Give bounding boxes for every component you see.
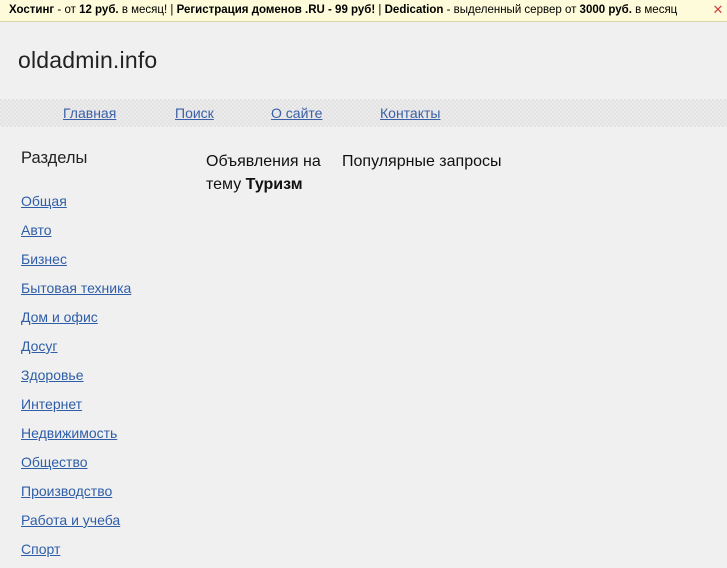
promo-price-hosting: 12 руб. (79, 4, 119, 16)
ads-heading: Объявления на тему Туризм (206, 150, 341, 196)
promo-hosting[interactable]: Хостинг (9, 4, 54, 16)
sidebar-item-real-estate[interactable]: Недвижимость (21, 425, 117, 441)
list-item: Недвижимость (21, 423, 131, 452)
list-item: Интернет (21, 394, 131, 423)
promo-per-month: в месяц! | (118, 4, 177, 16)
sidebar-item-society[interactable]: Общество (21, 454, 88, 470)
sidebar-item-work-study[interactable]: Работа и учеба (21, 512, 120, 528)
sidebar-item-leisure[interactable]: Досуг (21, 338, 58, 354)
list-item: Бытовая техника (21, 278, 131, 307)
site-title: oldadmin.info (18, 47, 158, 73)
list-item: Дом и офис (21, 307, 131, 336)
ads-heading-topic: Туризм (245, 176, 303, 193)
promo-price-server: 3000 руб. (579, 4, 632, 16)
promo-domains[interactable]: Регистрация доменов .RU - 99 руб! (177, 4, 376, 16)
list-item: Работа и учеба (21, 510, 131, 539)
sidebar-heading: Разделы (21, 149, 88, 167)
promo-per-month-2: в месяц (631, 4, 678, 16)
list-item: Общая (21, 191, 131, 220)
nav-item-about[interactable]: О сайте (271, 105, 322, 121)
sidebar-item-production[interactable]: Производство (21, 483, 112, 499)
sidebar-item-auto[interactable]: Авто (21, 222, 52, 238)
list-item: Бизнес (21, 249, 131, 278)
list-item: Производство (21, 481, 131, 510)
sidebar-item-internet[interactable]: Интернет (21, 396, 82, 412)
promo-dedication[interactable]: Dedication (385, 4, 444, 16)
sidebar-list: Общая Авто Бизнес Бытовая техника Дом и … (21, 191, 131, 568)
promo-from: - от (54, 4, 80, 16)
nav-item-contacts[interactable]: Контакты (380, 105, 440, 121)
nav-item-search[interactable]: Поиск (175, 105, 214, 121)
popular-queries-heading: Популярные запросы (342, 153, 502, 170)
sidebar-item-general[interactable]: Общая (21, 193, 67, 209)
sidebar-item-business[interactable]: Бизнес (21, 251, 67, 267)
list-item: Спорт (21, 539, 131, 568)
list-item: Общество (21, 452, 131, 481)
promo-dedicated-text: - выделенный сервер от (443, 4, 580, 16)
main-nav: Главная Поиск О сайте Контакты (0, 99, 727, 127)
list-item: Авто (21, 220, 131, 249)
close-icon[interactable]: ✕ (712, 3, 724, 16)
list-item: Здоровье (21, 365, 131, 394)
nav-item-home[interactable]: Главная (63, 105, 116, 121)
promo-banner: Хостинг - от 12 руб. в месяц! | Регистра… (0, 0, 727, 22)
sidebar-item-health[interactable]: Здоровье (21, 367, 84, 383)
promo-separator: | (375, 4, 385, 16)
sidebar-item-home-office[interactable]: Дом и офис (21, 309, 98, 325)
sidebar-item-sport[interactable]: Спорт (21, 541, 60, 557)
sidebar-item-appliances[interactable]: Бытовая техника (21, 280, 131, 296)
list-item: Досуг (21, 336, 131, 365)
